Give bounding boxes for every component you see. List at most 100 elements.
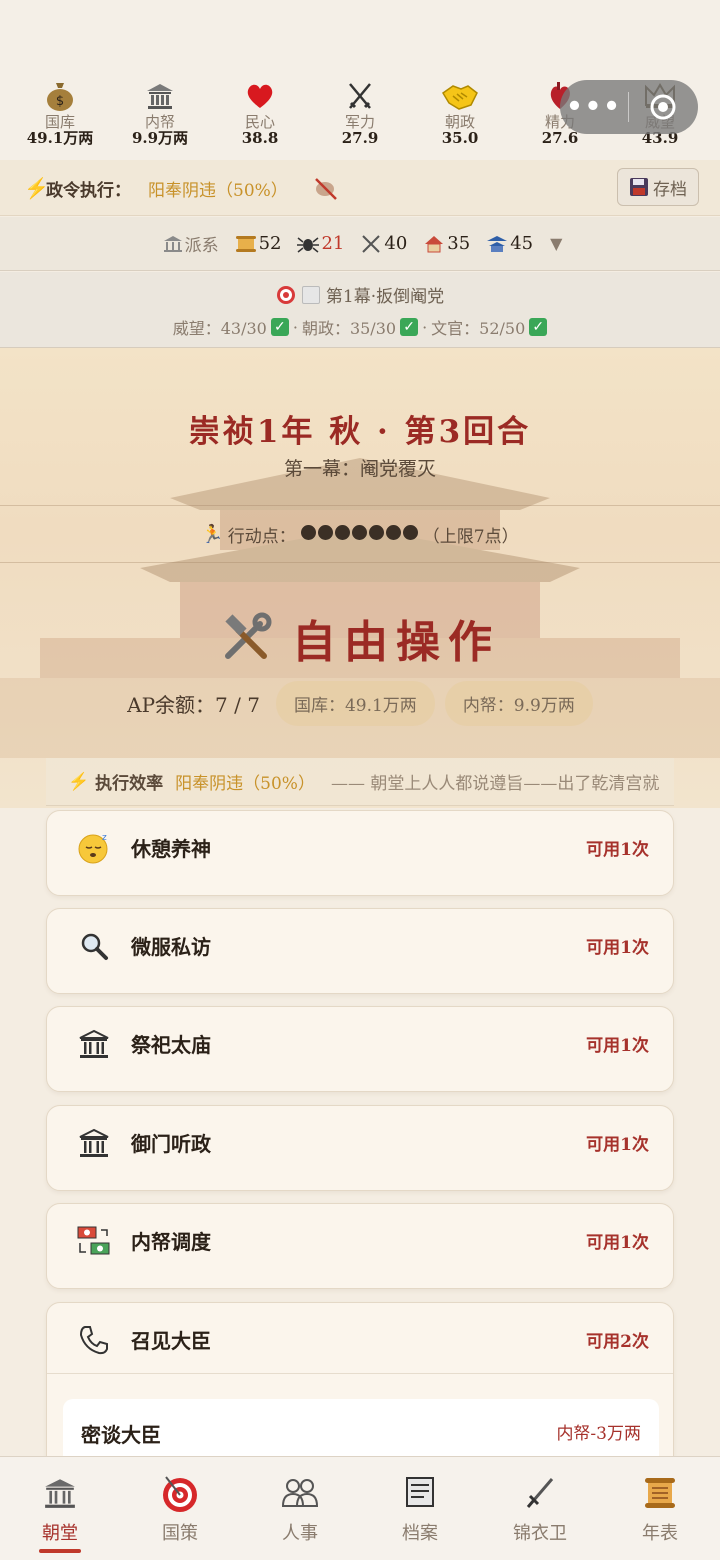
action-point-dot — [368, 524, 384, 540]
tab-personnel[interactable]: 人事 — [240, 1457, 360, 1560]
faction-value: 52 — [258, 233, 282, 254]
stat-privy[interactable]: 内帑 9.9万两 — [110, 78, 210, 146]
tab-archive[interactable]: 档案 — [360, 1457, 480, 1560]
save-button[interactable]: 存档 — [617, 168, 699, 206]
decree-bar: ⚡ 政令执行： 阳奉阴违（50%） — [0, 160, 720, 216]
faction-scholars: 52 — [235, 233, 282, 254]
stat-value: 27.9 — [341, 129, 379, 147]
money-bag-icon: $ — [10, 78, 110, 114]
action-point-dot — [334, 524, 350, 540]
faction-military: 40 — [360, 233, 407, 254]
dagger-icon — [524, 1473, 556, 1513]
bank-icon — [163, 235, 182, 252]
target-icon — [276, 285, 295, 304]
faction-nobles: 35 — [423, 233, 470, 254]
privy-pill: 内帑：9.9万两 — [444, 681, 593, 726]
stat-popularity[interactable]: 民心 38.8 — [210, 78, 310, 146]
action-card-privy[interactable]: 内帑调度 可用1次 — [46, 1203, 674, 1289]
decree-label: 政令执行： — [46, 181, 131, 201]
objective-separator: · — [292, 317, 298, 337]
action-name: 御门听政 — [131, 1132, 211, 1156]
action-card-court[interactable]: 御门听政 可用1次 — [46, 1105, 674, 1191]
action-name: 内帑调度 — [131, 1230, 211, 1254]
tab-label: 锦衣卫 — [513, 1523, 567, 1544]
faction-eunuchs: 21 — [297, 233, 344, 254]
stat-label: 朝政 — [444, 113, 475, 131]
people-icon — [281, 1473, 319, 1513]
action-uses: 可用1次 — [586, 1233, 649, 1253]
stat-value: 35.0 — [441, 129, 479, 147]
stat-value: 49.1万两 — [26, 129, 94, 147]
objective-separator: · — [422, 317, 428, 337]
turn-title: 崇祯1年 秋 · 第3回合 — [188, 414, 532, 450]
stat-treasury[interactable]: $ 国库 49.1万两 — [10, 78, 110, 146]
stat-label: 民心 — [244, 113, 275, 131]
action-name: 休憩养神 — [131, 837, 211, 861]
sub-action-cost: 内帑-3万两 — [556, 1424, 641, 1444]
hammer-wrench-icon — [225, 612, 272, 659]
tab-label: 档案 — [402, 1523, 438, 1544]
tab-policy[interactable]: 国策 — [120, 1457, 240, 1560]
treasury-pill: 国库：49.1万两 — [275, 681, 435, 726]
objective-title: 第1幕·扳倒阉党 — [325, 287, 445, 307]
scroll-icon — [235, 235, 256, 252]
efficiency-bar: ⚡ 执行效率 阳奉阴违（50%） —— 朝堂上人人都说遵旨——出了乾清宫就 — [46, 758, 674, 806]
action-points: 🏃 行动点： （上限7点） — [0, 522, 720, 547]
faction-bar[interactable]: 派系 52 21 40 35 45 ▼ — [0, 217, 720, 271]
temple-icon — [43, 1473, 77, 1513]
objective-panel: 第1幕·扳倒阉党 威望：43/30 ✓ · 朝政：35/30 ✓ · 文官：52… — [0, 272, 720, 348]
action-name: 祭祀太庙 — [131, 1033, 211, 1057]
objective-condition: 朝政：35/30 — [301, 319, 397, 338]
close-button[interactable] — [629, 92, 697, 122]
action-point-dot — [402, 524, 418, 540]
chevron-down-icon[interactable]: ▼ — [550, 234, 562, 253]
efficiency-value: 阳奉阴违（50%） — [175, 774, 315, 794]
sub-action-name: 密谈大臣 — [81, 1423, 161, 1447]
sleeping-face-icon: z — [77, 831, 111, 865]
stat-label: 军力 — [344, 113, 375, 131]
tab-chronicle[interactable]: 年表 — [600, 1457, 720, 1560]
floppy-disk-icon — [630, 178, 648, 196]
turn-hero: 崇祯1年 秋 · 第3回合 第一幕：阉党覆灭 🏃 行动点： （上限7点） 自由操… — [0, 348, 720, 808]
action-point-dot — [385, 524, 401, 540]
action-uses: 可用2次 — [586, 1332, 649, 1352]
crossed-swords-icon — [362, 234, 381, 253]
action-card-incognito[interactable]: 微服私访 可用1次 — [46, 908, 674, 994]
action-point-dot — [317, 524, 333, 540]
temple-icon — [77, 1126, 111, 1160]
active-tab-indicator — [39, 1549, 81, 1553]
action-uses: 可用1次 — [586, 840, 649, 860]
crossed-swords-icon — [310, 78, 410, 114]
check-icon: ✓ — [270, 318, 289, 336]
balance-row: AP余额：7 / 7 国库：49.1万两 内帑：9.9万两 — [0, 681, 720, 726]
target-icon — [160, 1473, 200, 1513]
divider-line — [0, 505, 720, 506]
action-card-summon[interactable]: 召见大臣 可用2次 密谈大臣 内帑-3万两 — [46, 1302, 674, 1472]
temple-icon — [77, 1027, 111, 1061]
checkbox-icon — [301, 285, 320, 304]
tab-court[interactable]: 朝堂 — [0, 1457, 120, 1560]
card-divider — [47, 1373, 673, 1374]
check-icon: ✓ — [529, 318, 548, 336]
efficiency-note: —— 朝堂上人人都说遵旨——出了乾清宫就 — [330, 774, 660, 794]
svg-text:z: z — [102, 833, 107, 843]
mute-icon[interactable] — [312, 174, 340, 206]
tab-label: 人事 — [282, 1523, 318, 1544]
action-card-rest[interactable]: z 休憩养神 可用1次 — [46, 810, 674, 896]
action-points-cap: （上限7点） — [422, 527, 519, 547]
magnifier-icon — [77, 929, 111, 963]
stat-military[interactable]: 军力 27.9 — [310, 78, 410, 146]
stat-value: 38.8 — [241, 129, 279, 147]
action-point-dot — [300, 524, 316, 540]
faction-value: 45 — [510, 233, 534, 254]
faction-label-group: 派系 — [163, 231, 219, 256]
close-ring-icon — [650, 94, 676, 120]
stat-governance[interactable]: 朝政 35.0 — [410, 78, 510, 146]
objective-condition: 威望：43/30 — [172, 319, 267, 338]
action-card-temple[interactable]: 祭祀太庙 可用1次 — [46, 1006, 674, 1092]
heart-icon — [210, 78, 310, 114]
more-button[interactable]: ••• — [560, 80, 628, 134]
handshake-icon — [410, 78, 510, 114]
tab-label: 国策 — [162, 1523, 198, 1544]
tab-guards[interactable]: 锦衣卫 — [480, 1457, 600, 1560]
